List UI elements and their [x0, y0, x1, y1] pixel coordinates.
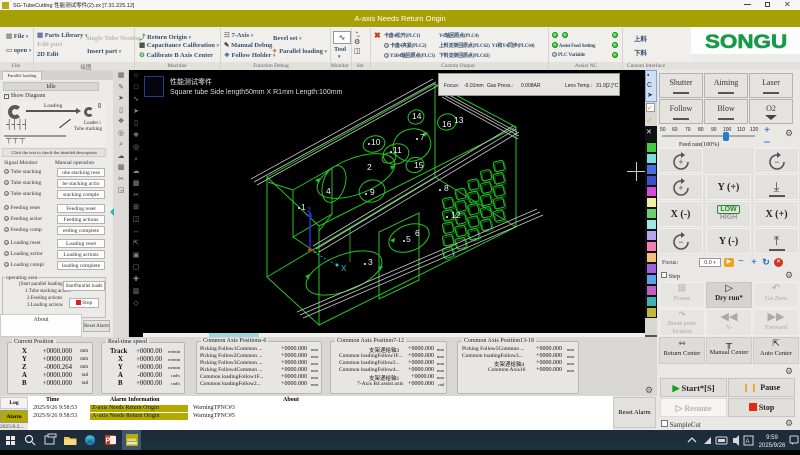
svg-text:6: 6: [415, 228, 420, 238]
svg-text:15: 15: [414, 160, 424, 170]
svg-text:9: 9: [370, 187, 375, 197]
svg-text:9:59: 9:59: [766, 435, 778, 441]
svg-text:X: X: [341, 264, 347, 273]
svg-text:+: +: [678, 183, 683, 193]
svg-text:2025/9/26: 2025/9/26: [759, 443, 786, 449]
svg-text:7: 7: [420, 132, 425, 142]
svg-text:P: P: [106, 438, 111, 445]
svg-text:−: −: [774, 157, 779, 167]
svg-text:12: 12: [451, 210, 461, 220]
svg-text:14: 14: [412, 111, 422, 121]
svg-text:SONGU: SONGU: [705, 31, 787, 52]
svg-text:13: 13: [454, 115, 464, 125]
svg-text:10: 10: [371, 137, 381, 147]
svg-text:4: 4: [326, 186, 331, 196]
svg-text:3: 3: [368, 257, 373, 267]
svg-text:−: −: [678, 237, 683, 247]
svg-text:A: A: [746, 439, 750, 445]
svg-text:+: +: [678, 157, 683, 167]
svg-text:8: 8: [444, 183, 449, 193]
svg-text:11: 11: [393, 145, 402, 155]
svg-text:16: 16: [442, 119, 452, 129]
svg-text:SONG: SONG: [127, 438, 137, 442]
svg-text:2: 2: [367, 162, 372, 172]
svg-text:z: z: [307, 205, 311, 214]
svg-text:5: 5: [406, 234, 411, 244]
svg-text:1: 1: [301, 202, 306, 212]
